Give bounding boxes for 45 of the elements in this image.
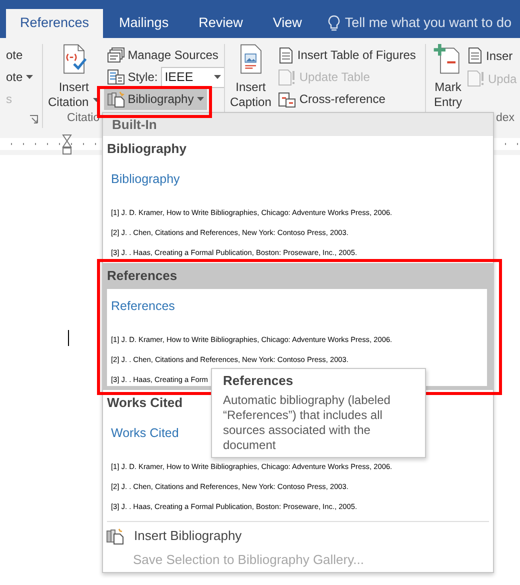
style-dropdown[interactable]: IEEE bbox=[160, 66, 224, 88]
ribbon-button[interactable]: ote bbox=[3, 44, 26, 66]
ribbon-tab[interactable]: View bbox=[258, 9, 316, 38]
manage-sources-icon bbox=[106, 47, 125, 63]
ribbon-tab[interactable]: References bbox=[6, 9, 104, 38]
preview-heading: Bibliography bbox=[111, 172, 180, 186]
section-header: Built-In bbox=[103, 113, 493, 136]
style-icon bbox=[106, 69, 125, 85]
preview-heading: References bbox=[111, 299, 175, 313]
group-label: Citatio bbox=[67, 111, 100, 126]
dialog-launcher-icon[interactable] bbox=[29, 114, 38, 124]
ribbon-button[interactable]: Cross-reference bbox=[275, 88, 388, 110]
ribbon-tab[interactable]: Review bbox=[184, 9, 257, 38]
ribbon-button[interactable]: Inser bbox=[467, 44, 513, 67]
gallery-item-title: References bbox=[107, 267, 178, 285]
bibliography-icon bbox=[106, 90, 125, 108]
caret-icon bbox=[196, 97, 204, 101]
ribbon-tab[interactable]: Mailings bbox=[105, 9, 183, 38]
preview-heading: Works Cited bbox=[111, 426, 179, 440]
tooltip-title: References bbox=[223, 373, 294, 389]
menu-item[interactable]: Insert Bibliography bbox=[103, 524, 493, 548]
ribbon-button[interactable]: Insert Citation bbox=[46, 44, 102, 110]
gallery-item-title: Bibliography bbox=[107, 140, 186, 158]
caret-icon bbox=[214, 75, 221, 79]
group-label: dex bbox=[496, 111, 515, 126]
insert-bibliography-icon bbox=[106, 528, 124, 544]
caret-icon bbox=[26, 75, 33, 79]
ribbon-button[interactable]: Manage Sources bbox=[104, 44, 222, 66]
ribbon-button[interactable]: Bibliography bbox=[104, 88, 207, 110]
tell-me-field[interactable]: Tell me what you want to do bbox=[344, 13, 520, 34]
caret-icon bbox=[92, 98, 100, 102]
text-cursor bbox=[68, 330, 69, 346]
style-label: Style: bbox=[128, 69, 158, 86]
ribbon-button[interactable]: Insert Caption bbox=[228, 44, 274, 110]
document-lines-icon bbox=[467, 47, 483, 64]
tooltip-text: Automatic bibliography (labeled “References”) that includes all sources associated with the document bbox=[223, 393, 392, 453]
ribbon-button[interactable]: ote bbox=[3, 66, 36, 88]
ribbon-button[interactable]: Mark Entry bbox=[429, 44, 467, 110]
gallery-item-title: Works Cited bbox=[107, 394, 183, 412]
cross-reference-icon bbox=[278, 90, 296, 108]
lightbulb-icon bbox=[328, 15, 340, 32]
ribbon-button[interactable]: Insert Table of Figures bbox=[275, 44, 419, 66]
document-lines-icon bbox=[278, 46, 294, 64]
update-icon bbox=[278, 68, 296, 86]
update-icon bbox=[467, 70, 485, 87]
